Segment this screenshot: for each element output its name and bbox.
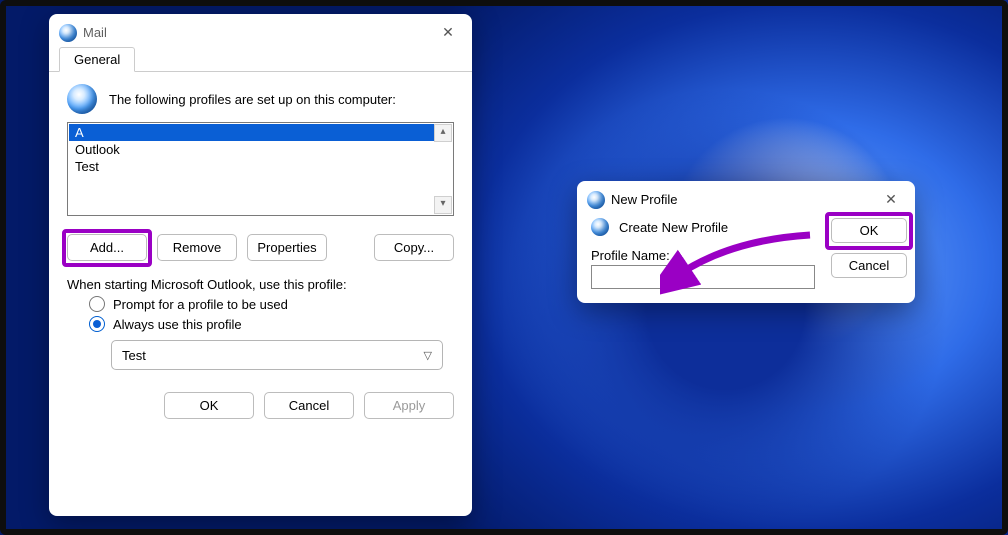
- tab-general[interactable]: General: [59, 47, 135, 72]
- mail-titlebar: Mail ✕: [49, 14, 472, 45]
- mail-icon: [59, 24, 77, 42]
- chevron-down-icon: ▽: [424, 349, 432, 362]
- radio-prompt-label: Prompt for a profile to be used: [113, 297, 288, 312]
- profile-name-input[interactable]: [591, 265, 815, 289]
- mail-content: The following profiles are set up on thi…: [49, 72, 472, 433]
- new-profile-title: New Profile: [611, 192, 877, 207]
- remove-button[interactable]: Remove: [157, 234, 237, 261]
- scroll-down-icon[interactable]: ▾: [434, 196, 452, 214]
- create-profile-icon: [591, 218, 609, 236]
- radio-always[interactable]: [89, 316, 105, 332]
- ok-button[interactable]: OK: [164, 392, 254, 419]
- create-profile-heading: Create New Profile: [619, 220, 728, 235]
- copy-button[interactable]: Copy...: [374, 234, 454, 261]
- list-item[interactable]: Outlook: [69, 141, 435, 158]
- close-icon[interactable]: ✕: [434, 22, 462, 43]
- profile-listbox[interactable]: A Outlook Test ▴ ▾: [67, 122, 454, 216]
- mail-tabstrip: General: [49, 45, 472, 72]
- profile-name-label: Profile Name:: [591, 248, 815, 263]
- startup-label: When starting Microsoft Outlook, use thi…: [67, 277, 454, 292]
- properties-button[interactable]: Properties: [247, 234, 327, 261]
- np-cancel-button[interactable]: Cancel: [831, 253, 907, 278]
- np-ok-button[interactable]: OK: [831, 218, 907, 243]
- radio-prompt-row[interactable]: Prompt for a profile to be used: [89, 296, 454, 312]
- cancel-button[interactable]: Cancel: [264, 392, 354, 419]
- list-item[interactable]: A: [69, 124, 435, 141]
- list-item[interactable]: Test: [69, 158, 435, 175]
- new-profile-titlebar: New Profile ✕: [577, 181, 915, 212]
- profile-combobox-value: Test: [122, 348, 146, 363]
- close-icon[interactable]: ✕: [877, 189, 905, 210]
- mail-title: Mail: [83, 25, 434, 40]
- apply-button[interactable]: Apply: [364, 392, 454, 419]
- profile-combobox[interactable]: Test ▽: [111, 340, 443, 370]
- scroll-up-icon[interactable]: ▴: [434, 124, 452, 142]
- mail-dialog: Mail ✕ General The following profiles ar…: [49, 14, 472, 516]
- radio-always-label: Always use this profile: [113, 317, 242, 332]
- radio-prompt[interactable]: [89, 296, 105, 312]
- profiles-intro-text: The following profiles are set up on thi…: [109, 92, 396, 107]
- radio-always-row[interactable]: Always use this profile: [89, 316, 454, 332]
- add-button[interactable]: Add...: [67, 234, 147, 261]
- new-profile-dialog: New Profile ✕ Create New Profile Profile…: [577, 181, 915, 303]
- new-profile-icon: [587, 191, 605, 209]
- profiles-icon: [67, 84, 97, 114]
